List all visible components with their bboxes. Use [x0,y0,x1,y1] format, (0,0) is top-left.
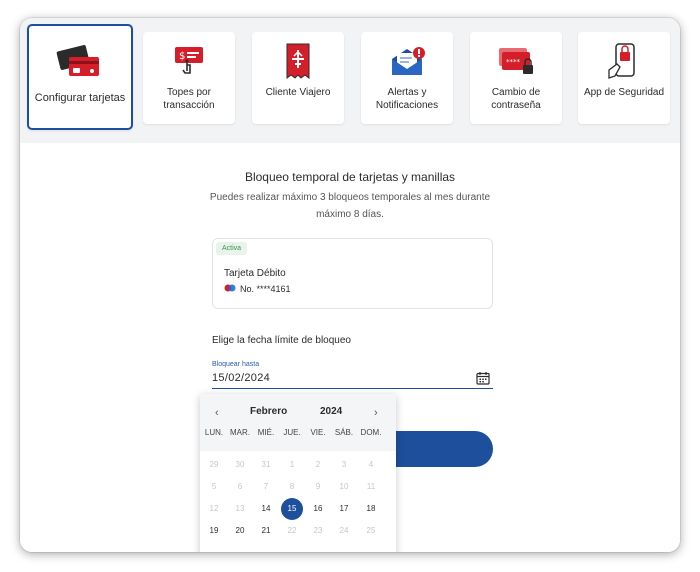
calendar-day: 10 [339,482,349,491]
cards-icon [55,44,105,80]
calendar-day: 11 [366,482,376,491]
weekday-label: MIÉ. [257,428,275,437]
tab-label: App de Seguridad [583,87,665,98]
date-field-underline [212,388,493,389]
page-subtitle: Puedes realizar máximo 3 bloqueos tempor… [209,192,491,220]
weekday-label: JUE. [283,428,301,437]
calendar-day: 4 [368,460,374,469]
tab-label: Topes por transacción [163,87,215,111]
calendar-day[interactable]: 16 [307,498,329,520]
main-content: Bloqueo temporal de tarjetas y manillas … [20,143,680,552]
calendar-day: 30 [235,460,245,469]
card-number-row: No. ****4161 [224,284,291,294]
svg-text:****: **** [506,58,521,66]
tab-bar: Configurar tarjetas $ Topes por transacc… [20,18,680,143]
notification-envelope-icon [387,44,427,80]
card-number: No. ****4161 [240,284,291,294]
calendar-day: 1 [289,460,295,469]
tab-configurar-tarjetas[interactable]: Configurar tarjetas [27,24,133,130]
calendar-day[interactable]: 18 [360,498,382,520]
year-label[interactable]: 2024 [320,406,342,417]
calendar-day: 22 [287,526,297,535]
tab-cambio-contrasena[interactable]: **** Cambio de contraseña [470,32,562,124]
weekday-label: LUN. [204,428,224,437]
calendar-day: 7 [263,482,269,491]
calendar-day: 12 [209,504,219,513]
calendar-day[interactable]: 15 [281,498,303,520]
card-brand-icon [224,284,236,294]
calendar-day: 9 [315,482,321,491]
calendar-day[interactable]: 14 [255,498,277,520]
app-window: Configurar tarjetas $ Topes por transacc… [20,18,680,552]
weekday-label: MAR. [230,428,250,437]
card-name: Tarjeta Débito [224,268,286,279]
travel-receipt-icon [283,43,313,80]
date-field-caption: Bloquear hasta [212,361,260,368]
calendar-day: 5 [211,482,217,491]
calendar-day: 2 [315,460,321,469]
tab-alertas-notificaciones[interactable]: Alertas y Notificaciones [361,32,453,124]
tab-topes-por-transaccion[interactable]: $ Topes por transacción [143,32,235,124]
calendar-day: 24 [339,526,349,535]
calendar-icon[interactable] [476,371,490,390]
calendar-day: 23 [313,526,323,535]
card-item[interactable]: Activa Tarjeta Débito No. ****4161 [212,238,493,309]
page-title: Bloqueo temporal de tarjetas y manillas [244,170,456,184]
tab-label: Alertas y Notificaciones [375,87,439,111]
calendar-day: 8 [289,482,295,491]
calendar-day[interactable]: 19 [203,520,225,542]
status-badge: Activa [216,242,248,255]
svg-text:$: $ [179,51,185,62]
tab-label: Configurar tarjetas [34,92,126,104]
date-picker-header: ‹ Febrero 2024 › LUN. MAR. MIÉ. JUE. VIE… [200,394,396,451]
calendar-day[interactable]: 21 [255,520,277,542]
calendar-day: 13 [235,504,245,513]
tab-label: Cambio de contraseña [491,87,541,111]
calendar-day: 25 [366,526,376,535]
security-app-icon [607,43,641,80]
calendar-day: 3 [341,460,347,469]
prev-month-button[interactable]: ‹ [215,407,219,419]
transaction-limit-icon: $ [172,44,206,80]
month-label[interactable]: Febrero [250,406,287,417]
calendar-day: 6 [237,482,243,491]
next-month-button[interactable]: › [374,407,378,419]
calendar-day[interactable]: 20 [229,520,251,542]
date-section-label: Elige la fecha límite de bloqueo [212,335,351,346]
password-card-icon: **** [496,44,536,80]
weekday-label: VIE. [310,428,326,437]
date-picker: ‹ Febrero 2024 › LUN. MAR. MIÉ. JUE. VIE… [200,394,396,552]
confirm-button[interactable] [380,431,493,467]
weekday-label: DOM. [360,428,382,437]
weekday-label: SÁB. [334,428,354,437]
tab-cliente-viajero[interactable]: Cliente Viajero [252,32,344,124]
calendar-day[interactable]: 17 [333,498,355,520]
calendar-day: 29 [209,460,219,469]
date-field-input[interactable]: 15/02/2024 [212,372,270,384]
tab-app-seguridad[interactable]: App de Seguridad [578,32,670,124]
tab-label: Cliente Viajero [265,87,331,98]
calendar-day: 31 [261,460,271,469]
